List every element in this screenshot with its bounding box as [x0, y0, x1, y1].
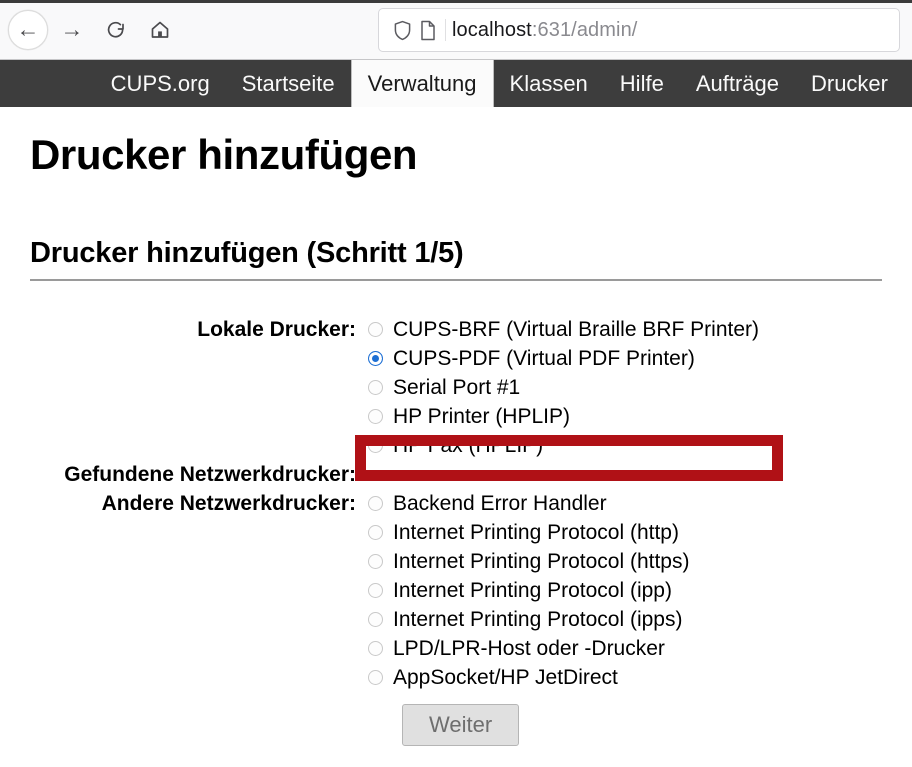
- option-label: Internet Printing Protocol (ipps): [393, 608, 683, 631]
- radio-ipp-http[interactable]: [368, 525, 383, 540]
- arrow-right-icon: →: [60, 16, 84, 42]
- option-ipp-ipp[interactable]: Internet Printing Protocol (ipp): [368, 576, 882, 605]
- url-path: :631/admin/: [531, 18, 638, 41]
- local-printers-options: CUPS-BRF (Virtual Braille BRF Printer) C…: [368, 315, 882, 460]
- option-ipp-http[interactable]: Internet Printing Protocol (http): [368, 518, 882, 547]
- arrow-left-icon: ←: [16, 16, 40, 42]
- back-button[interactable]: ←: [8, 9, 48, 50]
- page-title: Drucker hinzufügen: [30, 131, 418, 178]
- other-network-printers-row: Andere Netzwerkdrucker: Backend Error Ha…: [30, 489, 882, 692]
- url-text: localhost:631/admin/: [452, 19, 637, 42]
- nav-tab-auftraege[interactable]: Aufträge: [680, 60, 795, 107]
- radio-hp-printer[interactable]: [368, 409, 383, 424]
- radio-lpd-lpr[interactable]: [368, 641, 383, 656]
- option-label: HP Printer (HPLIP): [393, 405, 570, 428]
- reload-icon: [107, 21, 124, 38]
- option-ipp-https[interactable]: Internet Printing Protocol (https): [368, 547, 882, 576]
- option-cups-brf[interactable]: CUPS-BRF (Virtual Braille BRF Printer): [368, 315, 882, 344]
- radio-ipp-ipp[interactable]: [368, 583, 383, 598]
- option-label: LPD/LPR-Host oder -Drucker: [393, 637, 665, 660]
- nav-tab-klassen[interactable]: Klassen: [494, 60, 604, 107]
- nav-tab-verwaltung[interactable]: Verwaltung: [350, 60, 494, 113]
- local-printers-label: Lokale Drucker:: [197, 318, 356, 341]
- option-label: Internet Printing Protocol (http): [393, 521, 679, 544]
- address-bar-separator: [445, 19, 446, 41]
- radio-backend-error-handler[interactable]: [368, 496, 383, 511]
- window-top-strip: [0, 0, 912, 3]
- section-divider: [30, 279, 882, 281]
- option-label: CUPS-BRF (Virtual Braille BRF Printer): [393, 318, 760, 341]
- nav-tab-startseite[interactable]: Startseite: [226, 60, 351, 107]
- shield-icon[interactable]: [389, 20, 415, 41]
- option-label: Internet Printing Protocol (ipp): [393, 579, 672, 602]
- option-label: Internet Printing Protocol (https): [393, 550, 690, 573]
- url-host: localhost: [452, 18, 532, 41]
- continue-button[interactable]: Weiter: [402, 704, 520, 747]
- submit-row: Weiter: [30, 704, 882, 747]
- option-appsocket-jetdirect[interactable]: AppSocket/HP JetDirect: [368, 663, 882, 692]
- option-ipp-ipps[interactable]: Internet Printing Protocol (ipps): [368, 605, 882, 634]
- radio-serial-port-1[interactable]: [368, 380, 383, 395]
- add-printer-form: Lokale Drucker: CUPS-BRF (Virtual Braill…: [30, 315, 882, 747]
- nav-tab-drucker[interactable]: Drucker: [795, 60, 904, 107]
- radio-hp-fax[interactable]: [368, 438, 383, 453]
- browser-toolbar: ← → localhost:631/admin/: [0, 0, 912, 60]
- other-network-printers-label: Andere Netzwerkdrucker:: [101, 492, 356, 515]
- option-label: Backend Error Handler: [393, 492, 607, 515]
- discovered-network-printers-options: [368, 460, 882, 489]
- local-printers-row: Lokale Drucker: CUPS-BRF (Virtual Braill…: [30, 315, 882, 460]
- radio-ipp-https[interactable]: [368, 554, 383, 569]
- reload-button[interactable]: [96, 10, 136, 50]
- radio-appsocket-jetdirect[interactable]: [368, 670, 383, 685]
- discovered-network-printers-label: Gefundene Netzwerkdrucker:: [64, 463, 356, 486]
- cups-navigation-bar: CUPS.org Startseite Verwaltung Klassen H…: [0, 60, 912, 113]
- option-label: AppSocket/HP JetDirect: [393, 666, 618, 689]
- page-content: Drucker hinzufügen Drucker hinzufügen (S…: [0, 107, 912, 767]
- option-lpd-lpr[interactable]: LPD/LPR-Host oder -Drucker: [368, 634, 882, 663]
- no-discovered-printers: [368, 460, 882, 489]
- option-hp-fax[interactable]: HP Fax (HPLIP): [368, 431, 882, 460]
- option-backend-error-handler[interactable]: Backend Error Handler: [368, 489, 882, 518]
- option-hp-printer[interactable]: HP Printer (HPLIP): [368, 402, 882, 431]
- home-icon: [151, 21, 169, 38]
- forward-button[interactable]: →: [52, 10, 92, 50]
- nav-tab-cups-org[interactable]: CUPS.org: [95, 60, 226, 107]
- radio-cups-brf[interactable]: [368, 322, 383, 337]
- section-title: Drucker hinzufügen (Schritt 1/5): [30, 237, 464, 269]
- address-bar[interactable]: localhost:631/admin/: [378, 8, 900, 52]
- home-button[interactable]: [140, 10, 180, 50]
- option-label: HP Fax (HPLIP): [393, 434, 544, 457]
- discovered-network-printers-row: Gefundene Netzwerkdrucker:: [30, 460, 882, 489]
- option-serial-port-1[interactable]: Serial Port #1: [368, 373, 882, 402]
- browser-nav-buttons: ← →: [0, 9, 180, 50]
- nav-tab-hilfe[interactable]: Hilfe: [604, 60, 680, 107]
- other-network-printers-options: Backend Error Handler Internet Printing …: [368, 489, 882, 692]
- option-cups-pdf[interactable]: CUPS-PDF (Virtual PDF Printer): [368, 344, 882, 373]
- option-label: CUPS-PDF (Virtual PDF Printer): [393, 347, 695, 370]
- radio-cups-pdf[interactable]: [368, 351, 383, 366]
- page-document-icon[interactable]: [415, 20, 441, 41]
- option-label: Serial Port #1: [393, 376, 521, 399]
- radio-ipp-ipps[interactable]: [368, 612, 383, 627]
